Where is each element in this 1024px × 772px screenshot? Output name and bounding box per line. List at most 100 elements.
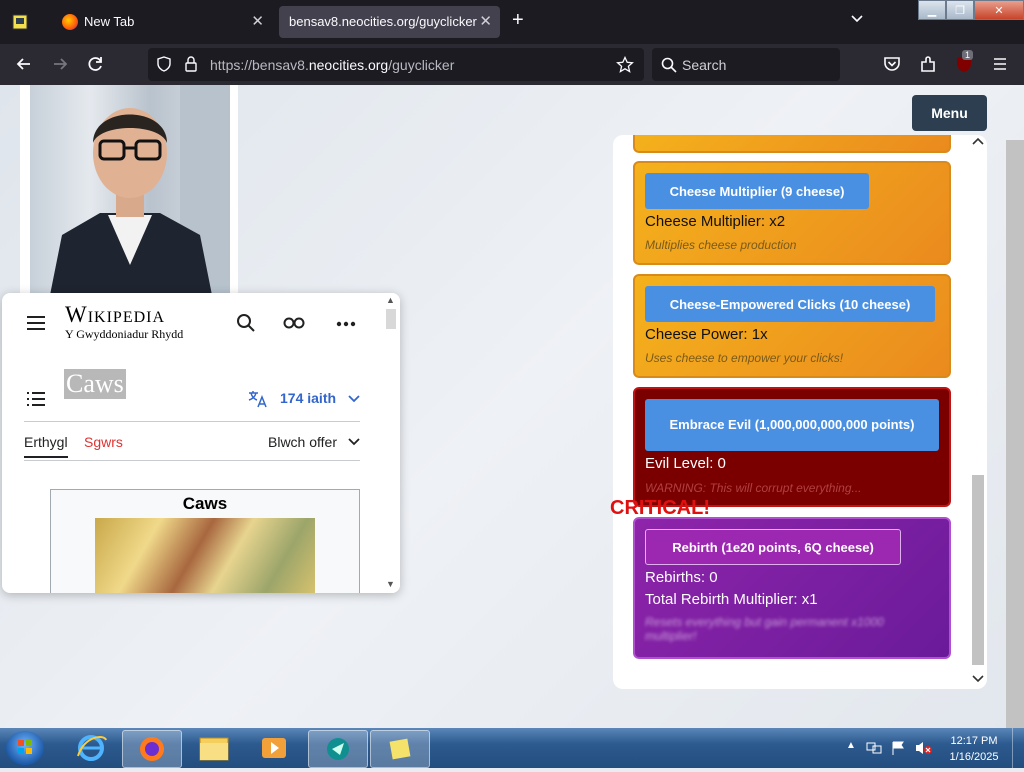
taskbar-notes[interactable] [370, 730, 430, 768]
start-button[interactable] [6, 731, 44, 765]
tab-new-tab[interactable]: New Tab ✕ [52, 6, 272, 38]
evil-warning: WARNING: This will corrupt everything... [645, 481, 862, 495]
search-placeholder: Search [682, 57, 727, 73]
tab-talk[interactable]: Sgwrs [84, 434, 123, 450]
language-icon[interactable] [248, 390, 268, 408]
media-player-icon [262, 738, 286, 758]
volume-muted-icon[interactable] [914, 740, 932, 756]
lock-icon[interactable] [184, 56, 198, 72]
evil-level: Evil Level: 0 [645, 455, 726, 472]
chevron-up-icon[interactable] [972, 137, 984, 145]
more-options-icon[interactable] [336, 321, 356, 327]
network-icon[interactable] [866, 740, 882, 756]
sticky-notes-icon [389, 738, 411, 760]
toolbox-dropdown[interactable]: Blwch offer [268, 434, 337, 450]
hamburger-menu-icon[interactable] [26, 315, 46, 331]
forward-icon[interactable] [50, 54, 70, 74]
taskbar-explorer[interactable] [186, 730, 242, 766]
scrollbar-thumb[interactable] [972, 475, 984, 665]
address-bar[interactable]: https://bensav8.neocities.org/guyclicker [148, 48, 644, 81]
show-desktop-button[interactable] [1012, 728, 1024, 768]
article-title: Caws [64, 369, 126, 399]
shield-icon[interactable] [156, 56, 172, 72]
upgrade-card-partial [633, 135, 951, 153]
firefox-icon [140, 737, 164, 761]
infobox: Caws [50, 489, 360, 593]
rebirth-multiplier: Total Rebirth Multiplier: x1 [645, 591, 818, 608]
clock-date: 1/16/2025 [949, 751, 999, 763]
cheese-image[interactable] [95, 518, 315, 593]
url-text: https://bensav8.neocities.org/guyclicker [210, 57, 455, 73]
rebirth-card: Rebirth (1e20 points, 6Q cheese) Rebirth… [633, 517, 951, 659]
windows-taskbar: ▲ 12:17 PM 1/16/2025 [0, 728, 1024, 768]
tab-label: New Tab [84, 14, 135, 29]
panel-scrollbar[interactable] [969, 135, 987, 689]
wikipedia-wordmark[interactable]: Wikipedia [65, 302, 165, 328]
folder-icon [199, 737, 229, 761]
system-clock[interactable]: 12:17 PM 1/16/2025 [944, 733, 1004, 765]
taskbar-media-player[interactable] [246, 730, 302, 766]
close-window-button[interactable]: ✕ [974, 0, 1024, 20]
maximize-button[interactable]: ❐ [946, 0, 974, 20]
upgrade-description: Multiplies cheese production [645, 238, 797, 252]
scrollbar-track[interactable] [972, 151, 984, 471]
clock-time: 12:17 PM [950, 735, 998, 747]
bookmark-star-icon[interactable] [616, 56, 634, 74]
window-controls: ▁ ❐ ✕ [918, 0, 1024, 20]
upgrade-stat: Cheese Multiplier: x2 [645, 213, 786, 230]
tab-article[interactable]: Erthygl [24, 434, 68, 458]
cheese-multiplier-button[interactable]: Cheese Multiplier (9 cheese) [645, 173, 869, 209]
tab-guyclicker[interactable]: bensav8.neocities.org/guyclicker ✕ [279, 6, 500, 38]
back-icon[interactable] [14, 54, 34, 74]
person-illustration [50, 85, 230, 295]
chevron-down-icon[interactable] [972, 675, 984, 683]
guy-photo[interactable] [20, 85, 238, 295]
rebirth-count: Rebirths: 0 [645, 569, 718, 586]
language-count[interactable]: 174 iaith [280, 390, 336, 406]
page-scrollbar[interactable] [1006, 140, 1024, 728]
minimize-button[interactable]: ▁ [918, 0, 946, 20]
upgrade-card-cheese-multiplier: Cheese Multiplier (9 cheese) Cheese Mult… [633, 161, 951, 265]
search-icon[interactable] [236, 313, 256, 333]
reload-icon[interactable] [86, 54, 106, 74]
cheese-empowered-clicks-button[interactable]: Cheese-Empowered Clicks (10 cheese) [645, 286, 935, 322]
new-tab-button[interactable]: + [512, 10, 524, 30]
popup-scrollbar[interactable]: ▲ ▼ [382, 293, 400, 593]
show-hidden-icons[interactable]: ▲ [846, 740, 856, 751]
hamburger-menu-icon[interactable] [990, 54, 1010, 74]
flag-icon[interactable] [890, 740, 906, 756]
scrollbar-thumb[interactable] [386, 309, 396, 329]
upgrade-card-cheese-clicks: Cheese-Empowered Clicks (10 cheese) Chee… [633, 274, 951, 378]
wikipedia-popup[interactable]: Wikipedia Y Gwyddoniadur Rhydd Caws 174 … [2, 293, 400, 593]
table-of-contents-icon[interactable] [26, 391, 46, 407]
chevron-down-icon[interactable] [850, 12, 864, 26]
close-tab-icon[interactable]: ✕ [251, 12, 264, 30]
menu-button[interactable]: Menu [912, 95, 987, 131]
browser-nav-bar: https://bensav8.neocities.org/guyclicker… [0, 44, 1024, 85]
chevron-down-icon[interactable] [348, 395, 360, 403]
firefox-icon [62, 14, 78, 30]
article-tabs: Erthygl Sgwrs Blwch offer [24, 421, 360, 461]
taskbar-ie[interactable] [64, 730, 118, 766]
scroll-down-arrow[interactable]: ▼ [386, 579, 395, 589]
close-tab-icon[interactable]: ✕ [479, 12, 492, 30]
rebirth-button[interactable]: Rebirth (1e20 points, 6Q cheese) [645, 529, 901, 565]
chevron-down-icon[interactable] [348, 438, 360, 446]
browser-tab-bar: New Tab ✕ bensav8.neocities.org/guyclick… [0, 0, 1024, 44]
guy-image[interactable] [30, 85, 230, 295]
infobox-title: Caws [182, 494, 228, 513]
page-viewport: Menu Wikipedia Y Gwyddoniadur Rhydd Caws… [0, 85, 1024, 728]
search-bar[interactable]: Search [652, 48, 840, 81]
app-icon[interactable] [10, 12, 30, 32]
wikipedia-tagline: Y Gwyddoniadur Rhydd [65, 327, 184, 341]
extensions-icon[interactable] [918, 54, 938, 74]
pocket-icon[interactable] [882, 54, 902, 74]
taskbar-app[interactable] [308, 730, 368, 768]
chat-app-icon [327, 738, 349, 760]
glasses-icon[interactable] [283, 317, 305, 329]
taskbar-firefox[interactable] [122, 730, 182, 768]
rebirth-description: Resets everything but gain permanent x10… [645, 615, 884, 643]
tab-label: bensav8.neocities.org/guyclicker [289, 14, 477, 29]
scroll-up-arrow[interactable]: ▲ [386, 295, 395, 305]
embrace-evil-button[interactable]: Embrace Evil (1,000,000,000,000 points) [645, 399, 939, 451]
